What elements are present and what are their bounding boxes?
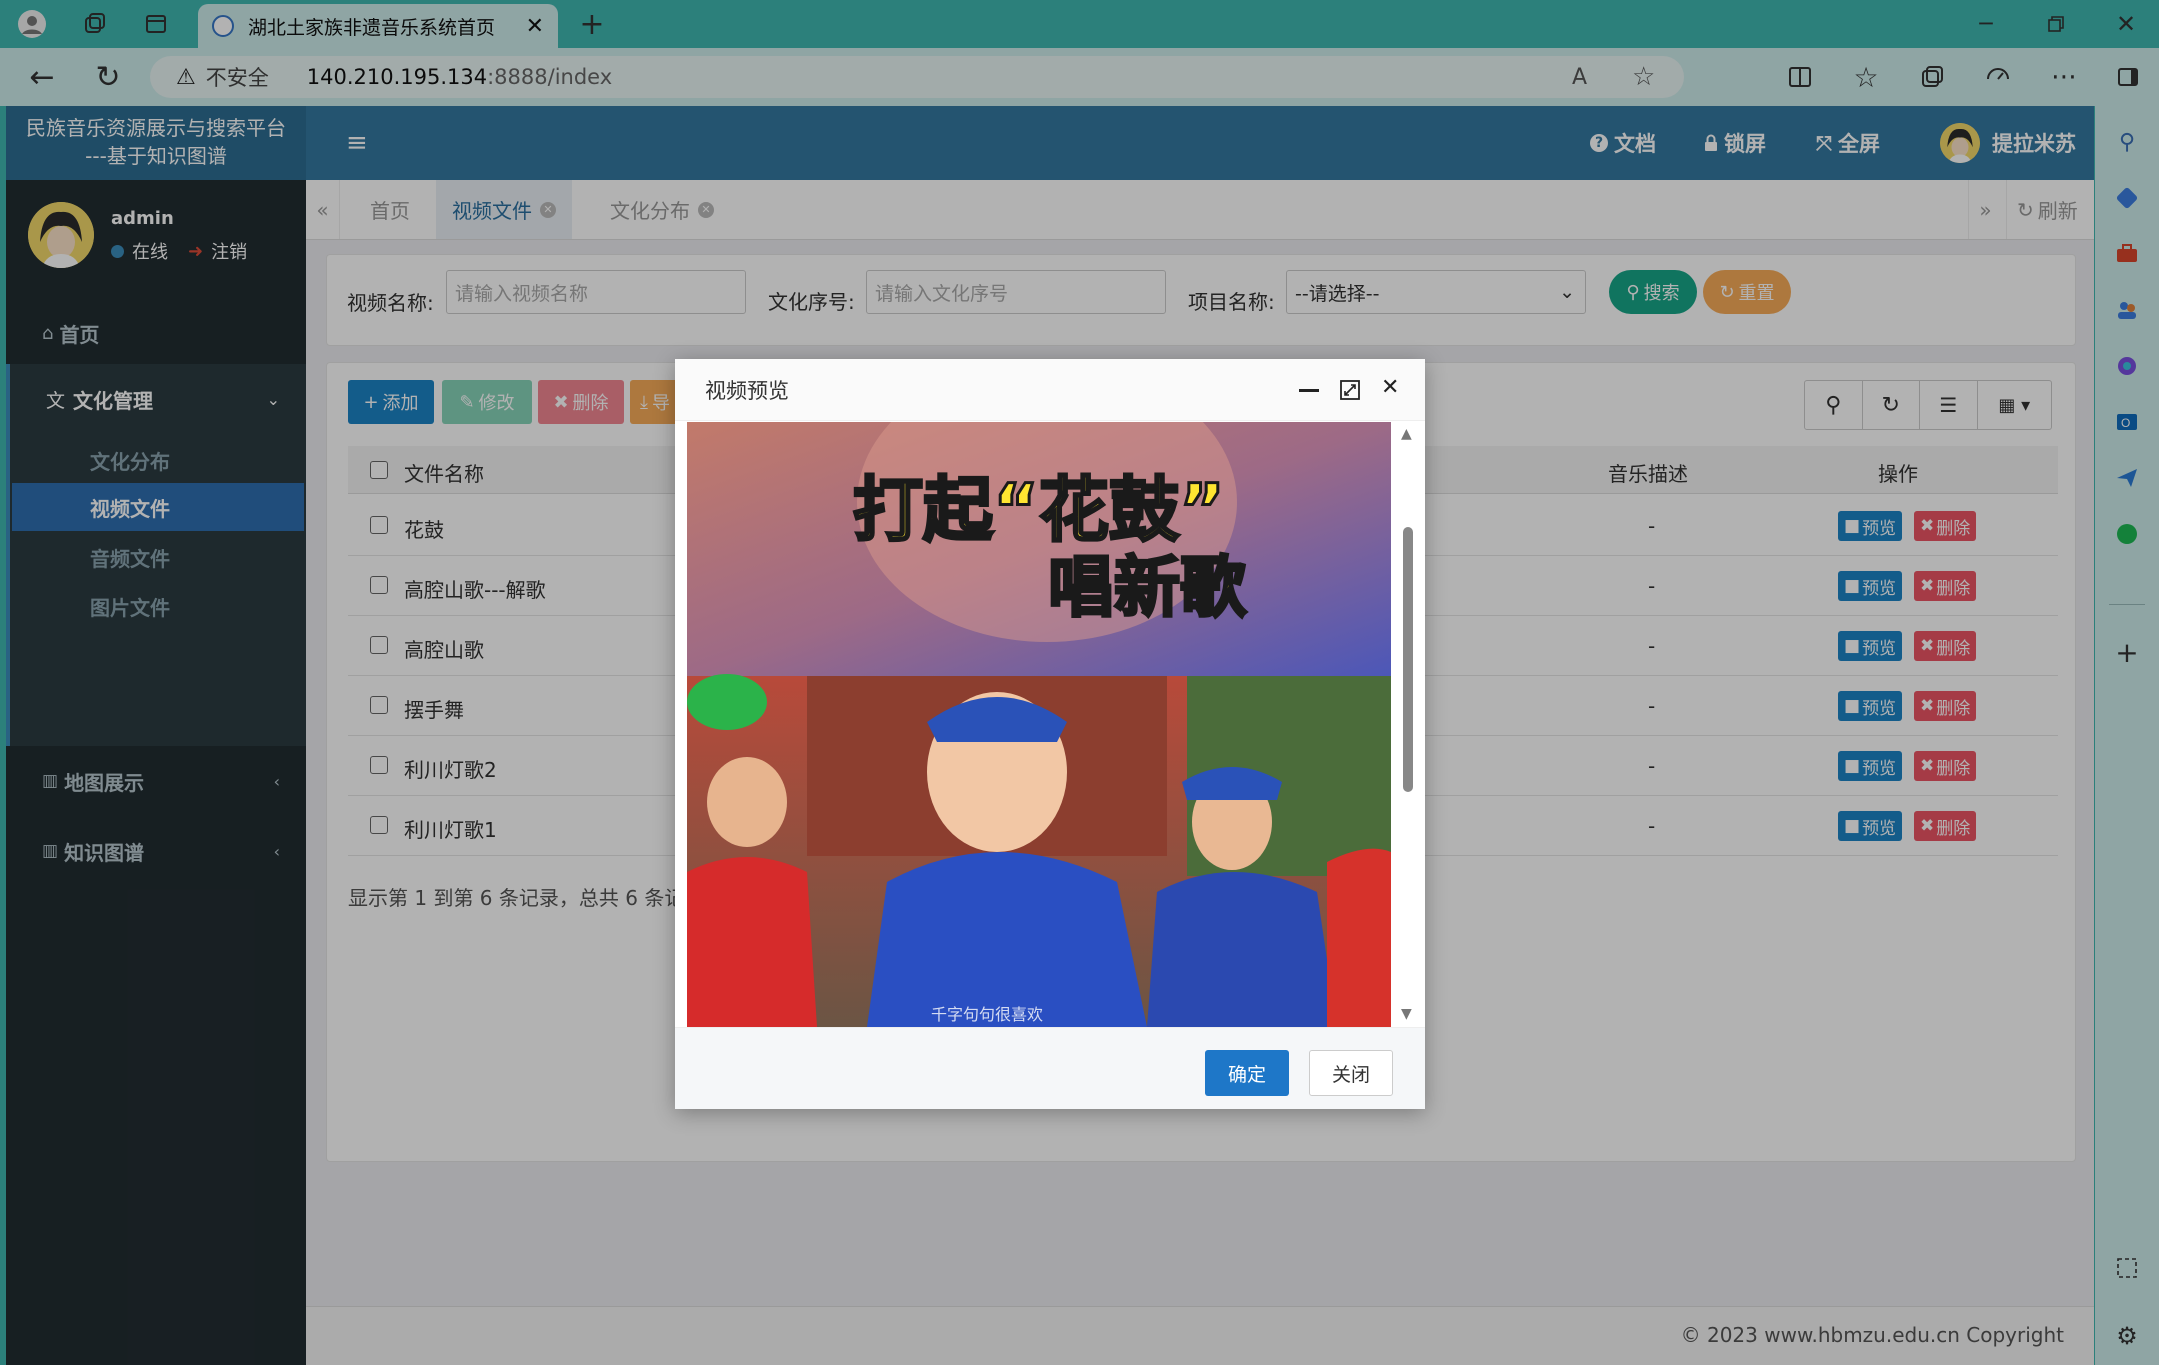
close-button[interactable]: 关闭 bbox=[1309, 1050, 1393, 1096]
confirm-button-label: 确定 bbox=[1227, 1063, 1266, 1086]
maximize-icon[interactable] bbox=[1339, 379, 1361, 401]
confirm-button[interactable]: 确定 bbox=[1205, 1050, 1289, 1096]
video-caption-line-1: 打起“花鼓” bbox=[853, 469, 1225, 551]
close-button-label: 关闭 bbox=[1331, 1063, 1370, 1086]
minimize-icon[interactable] bbox=[1299, 389, 1319, 392]
modal-close-icon[interactable]: ✕ bbox=[1381, 375, 1399, 400]
scroll-up-icon[interactable]: ▲ bbox=[1401, 426, 1412, 442]
video-player[interactable]: 打起“花鼓” 唱新歌 千字句句很喜欢 bbox=[687, 422, 1391, 1027]
modal-footer: 确定 关闭 bbox=[675, 1027, 1425, 1109]
video-caption-line-2: 唱新歌 bbox=[1048, 549, 1247, 626]
scroll-down-icon[interactable]: ▼ bbox=[1401, 1006, 1412, 1022]
scrollbar-thumb[interactable] bbox=[1403, 527, 1413, 792]
modal-header: 视频预览 ✕ bbox=[675, 359, 1425, 421]
video-subtitle: 千字句句很喜欢 bbox=[931, 1005, 1043, 1024]
video-preview-modal: 视频预览 ✕ 打起“花鼓” 唱新歌 千字句句很喜欢 ▲ ▼ 确定 关闭 bbox=[675, 359, 1425, 1109]
modal-title: 视频预览 bbox=[705, 378, 789, 403]
modal-scrollbar[interactable]: ▲ ▼ bbox=[1391, 422, 1425, 1027]
